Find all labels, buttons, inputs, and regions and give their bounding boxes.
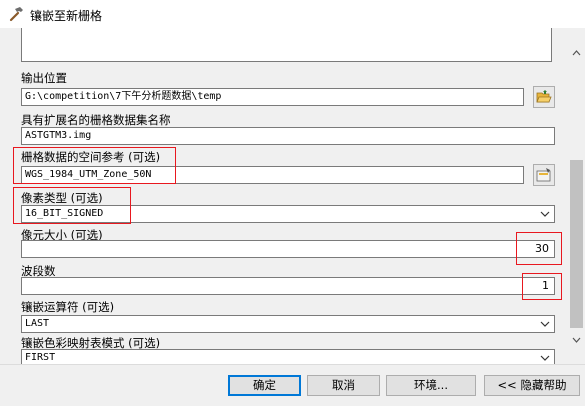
mosaic-operator-value: LAST (25, 318, 50, 329)
spatial-reference-label: 栅格数据的空间参考 (可选) (21, 150, 161, 164)
mosaic-operator-select[interactable]: LAST (21, 315, 555, 333)
chevron-down-icon (539, 351, 551, 364)
hide-help-button[interactable]: << 隐藏帮助 (484, 375, 580, 396)
scrollbar-thumb[interactable] (570, 160, 583, 328)
dialog-footer: 确定 取消 环境... << 隐藏帮助 (0, 364, 585, 406)
hammer-icon (8, 6, 24, 22)
chevron-down-icon (539, 317, 551, 331)
vertical-scrollbar[interactable] (568, 28, 585, 346)
scroll-up-icon[interactable] (572, 46, 581, 59)
output-location-label: 输出位置 (21, 71, 67, 85)
window-title: 镶嵌至新栅格 (30, 9, 103, 23)
cell-size-input[interactable]: 30 (21, 240, 555, 258)
raster-name-label: 具有扩展名的栅格数据集名称 (21, 113, 171, 127)
band-count-input[interactable]: 1 (21, 277, 555, 295)
title-bar: 镶嵌至新栅格 (0, 0, 585, 28)
browse-output-button[interactable] (533, 86, 555, 108)
pixel-type-value: 16_BIT_SIGNED (25, 208, 104, 219)
input-rasters-list[interactable] (21, 28, 552, 62)
colormap-mode-select[interactable]: FIRST (21, 349, 555, 364)
scroll-down-icon[interactable] (572, 333, 581, 346)
spatial-reference-button[interactable] (533, 164, 555, 186)
pixel-type-label: 像素类型 (可选) (21, 191, 103, 205)
output-location-input[interactable]: G:\competition\7下午分析题数据\temp (21, 88, 524, 106)
cancel-button[interactable]: 取消 (307, 375, 380, 396)
colormap-mode-value: FIRST (25, 352, 56, 363)
spatial-reference-input[interactable]: WGS_1984_UTM_Zone_50N (21, 166, 524, 184)
ok-button[interactable]: 确定 (228, 375, 301, 396)
raster-name-input[interactable]: ASTGTM3.img (21, 127, 555, 145)
pixel-type-select[interactable]: 16_BIT_SIGNED (21, 205, 555, 223)
mosaic-operator-label: 镶嵌运算符 (可选) (21, 300, 115, 314)
parameters-panel: 输出位置 G:\competition\7下午分析题数据\temp 具有扩展名的… (0, 28, 568, 364)
environments-button[interactable]: 环境... (386, 375, 476, 396)
chevron-down-icon (539, 207, 551, 221)
